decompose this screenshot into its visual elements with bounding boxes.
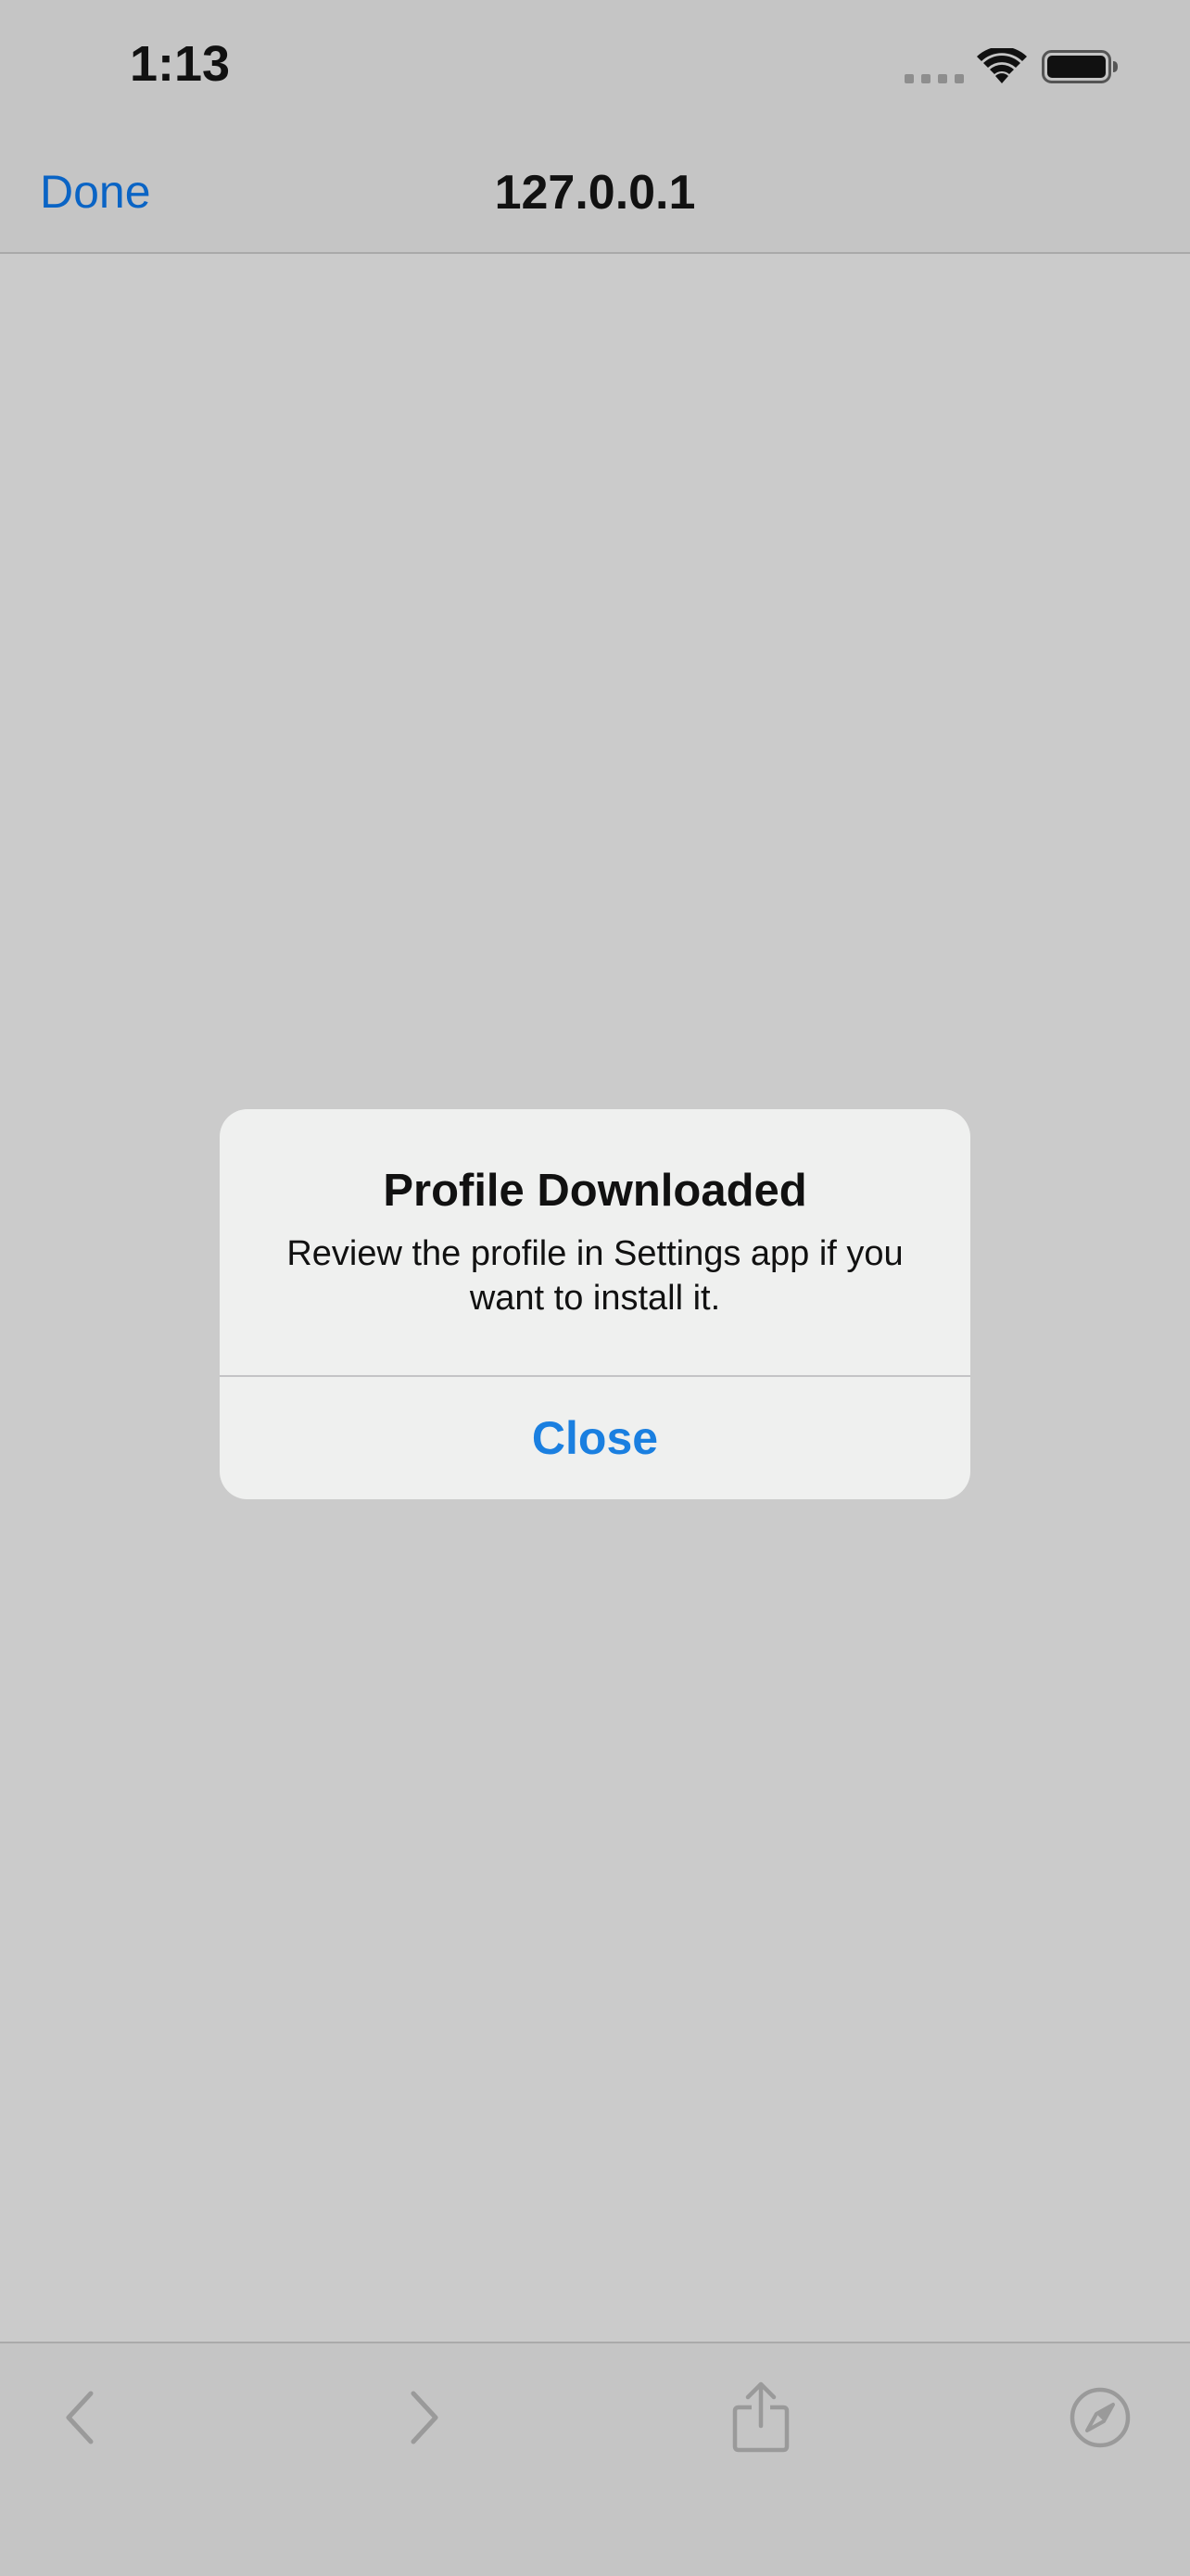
bottom-toolbar <box>0 2342 1190 2576</box>
chevron-right-icon <box>411 2391 438 2444</box>
share-button[interactable] <box>705 2343 817 2492</box>
forward-button[interactable] <box>369 2343 480 2492</box>
close-button[interactable]: Close <box>220 1377 970 1499</box>
cellular-signal-icon <box>905 74 964 83</box>
wifi-icon <box>977 48 1027 83</box>
chevron-left-icon <box>66 2391 94 2444</box>
open-in-safari-button[interactable] <box>1044 2343 1156 2492</box>
share-icon <box>732 2381 790 2453</box>
status-time: 1:13 <box>130 36 231 92</box>
compass-icon <box>1070 2387 1131 2448</box>
status-bar: 1:13 <box>0 0 1190 139</box>
back-button[interactable] <box>24 2343 135 2492</box>
navigation-bar: Done 127.0.0.1 <box>0 139 1190 254</box>
profile-downloaded-alert: Profile Downloaded Review the profile in… <box>220 1109 970 1499</box>
page-title: 127.0.0.1 <box>494 166 696 220</box>
alert-title: Profile Downloaded <box>383 1166 807 1216</box>
alert-message: Review the profile in Settings app if yo… <box>286 1234 904 1318</box>
battery-icon <box>1042 50 1118 83</box>
